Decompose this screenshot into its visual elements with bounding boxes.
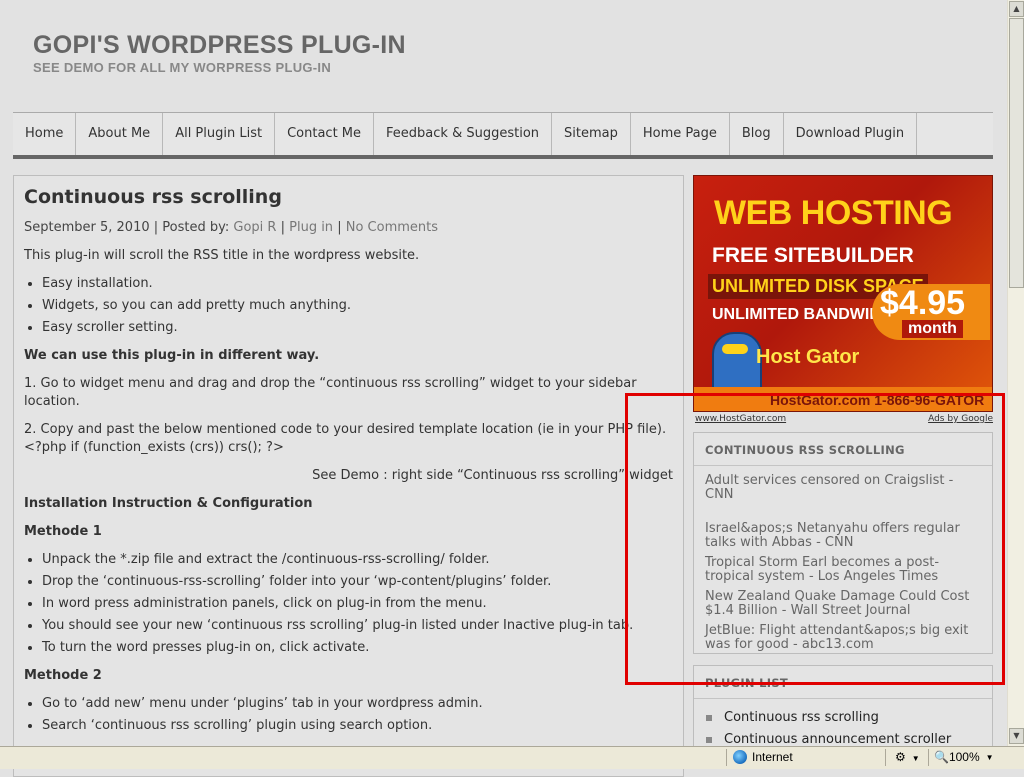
category-link[interactable]: Plug in — [289, 220, 333, 235]
security-zone[interactable]: Internet — [733, 750, 793, 764]
rss-widget: CONTINUOUS RSS SCROLLING Adult services … — [693, 432, 993, 654]
protected-mode-icon[interactable]: ⚙ ▼ — [895, 750, 920, 764]
status-bar: Internet ⚙ ▼ 🔍 100% ▼ — [0, 746, 1024, 769]
list-item: You should see your new ‘continuous rss … — [42, 617, 673, 635]
ad-footer: HostGator.com 1-866-96-GATOR — [694, 387, 992, 411]
list-item: Widgets, so you can add pretty much anyt… — [42, 297, 673, 315]
method-one-steps: Unpack the *.zip file and extract the /c… — [24, 551, 673, 657]
list-item: Unpack the *.zip file and extract the /c… — [42, 551, 673, 569]
zone-label: Internet — [752, 750, 793, 764]
vertical-scrollbar[interactable]: ▲ ▼ — [1007, 0, 1024, 746]
post-date: September 5, 2010 — [24, 220, 150, 235]
list-item: Go to ‘add new’ menu under ‘plugins’ tab… — [42, 695, 673, 713]
post-article: Continuous rss scrolling September 5, 20… — [13, 175, 684, 777]
nav-item-home[interactable]: Home — [13, 113, 77, 155]
site-title[interactable]: GOPI'S WORDPRESS PLUG-IN — [33, 31, 406, 60]
meta-separator: | — [280, 220, 285, 235]
nav-item-blog[interactable]: Blog — [730, 113, 784, 155]
meta-separator: | — [337, 220, 342, 235]
feature-list: Easy installation. Widgets, so you can a… — [24, 275, 673, 337]
rss-item[interactable]: JetBlue: Flight attendant&apos;s big exi… — [694, 624, 992, 652]
plugin-list-item[interactable]: Continuous rss scrolling — [694, 707, 992, 729]
list-item: Easy installation. — [42, 275, 673, 293]
post-title[interactable]: Continuous rss scrolling — [24, 186, 673, 208]
ad-price-unit: month — [902, 320, 963, 338]
ad-price: $4.95 — [880, 284, 966, 322]
post-intro: This plug-in will scroll the RSS title i… — [24, 248, 420, 263]
comments-link[interactable]: No Comments — [346, 220, 438, 235]
list-item: To turn the word presses plug-in on, cli… — [42, 639, 673, 657]
plugin-list-title: PLUGIN LIST — [694, 666, 992, 699]
list-item: Search ‘continuous rss scrolling’ plugin… — [42, 717, 673, 735]
rss-item[interactable]: New Zealand Quake Damage Could Cost $1.4… — [694, 590, 992, 618]
post-meta: September 5, 2010 | Posted by: Gopi R | … — [24, 220, 673, 235]
nav-item-sitemap[interactable]: Sitemap — [552, 113, 631, 155]
list-item: In word press administration panels, cli… — [42, 595, 673, 613]
nav-item-feedback[interactable]: Feedback & Suggestion — [374, 113, 553, 155]
scroll-thumb[interactable] — [1009, 18, 1024, 288]
rss-item[interactable]: Adult services censored on Craigslist - … — [694, 474, 992, 502]
nav-item-about-me[interactable]: About Me — [76, 113, 164, 155]
posted-by-label: Posted by: — [162, 220, 230, 235]
ad-banner[interactable]: WEB HOSTING FREE SITEBUILDER UNLIMITED D… — [693, 175, 993, 412]
nav-item-home-page[interactable]: Home Page — [631, 113, 730, 155]
ad-info-bar: www.HostGator.com Ads by Google — [693, 413, 993, 425]
way-two: 2. Copy and past the below mentioned cod… — [24, 421, 673, 457]
method-two-steps: Go to ‘add new’ menu under ‘plugins’ tab… — [24, 695, 673, 735]
author-link[interactable]: Gopi R — [233, 220, 276, 235]
zoom-control[interactable]: 🔍 100% ▼ — [934, 750, 994, 764]
main-nav: Home About Me All Plugin List Contact Me… — [13, 112, 993, 159]
ad-headline: WEB HOSTING — [714, 194, 953, 232]
status-divider — [928, 749, 929, 766]
globe-icon — [733, 750, 747, 764]
install-heading: Installation Instruction & Configuration — [24, 496, 313, 511]
rss-item[interactable]: Tropical Storm Earl becomes a post-tropi… — [694, 556, 992, 584]
chevron-down-icon[interactable]: ▼ — [986, 753, 994, 762]
php-code: <?php if (function_exists (crs)) crs(); … — [24, 440, 284, 455]
site-tagline: SEE DEMO FOR ALL MY WORPRESS PLUG-IN — [33, 60, 332, 75]
method-one-heading: Methode 1 — [24, 524, 102, 539]
status-divider — [885, 749, 886, 766]
nav-item-all-plugin-list[interactable]: All Plugin List — [163, 113, 276, 155]
zoom-level: 100% — [948, 750, 980, 764]
zoom-icon: 🔍 — [934, 750, 949, 764]
ways-heading: We can use this plug-in in different way… — [24, 348, 320, 363]
nav-item-contact-me[interactable]: Contact Me — [275, 113, 375, 155]
rss-widget-title: CONTINUOUS RSS SCROLLING — [694, 433, 992, 466]
ad-price-badge: $4.95 month — [872, 284, 990, 340]
status-divider — [726, 749, 727, 766]
nav-item-download-plugin[interactable]: Download Plugin — [784, 113, 918, 155]
ad-line-sitebuilder: FREE SITEBUILDER — [712, 244, 914, 267]
ad-brand: Host Gator — [756, 346, 860, 368]
way-two-text: 2. Copy and past the below mentioned cod… — [24, 422, 667, 437]
list-item: Drop the ‘continuous-rss-scrolling’ fold… — [42, 573, 673, 591]
demo-note: See Demo : right side “Continuous rss sc… — [312, 468, 673, 483]
scroll-up-icon[interactable]: ▲ — [1009, 1, 1024, 17]
hosting-ad[interactable]: WEB HOSTING FREE SITEBUILDER UNLIMITED D… — [693, 175, 993, 425]
meta-separator: | — [153, 220, 159, 235]
list-item: Easy scroller setting. — [42, 319, 673, 337]
way-one: 1. Go to widget menu and drag and drop t… — [24, 376, 637, 409]
scroll-down-icon[interactable]: ▼ — [1009, 728, 1024, 744]
ad-url-link[interactable]: www.HostGator.com — [695, 413, 786, 425]
ads-by-google-link[interactable]: Ads by Google — [928, 413, 993, 425]
method-two-heading: Methode 2 — [24, 668, 102, 683]
rss-item[interactable]: Israel&apos;s Netanyahu offers regular t… — [694, 522, 992, 550]
